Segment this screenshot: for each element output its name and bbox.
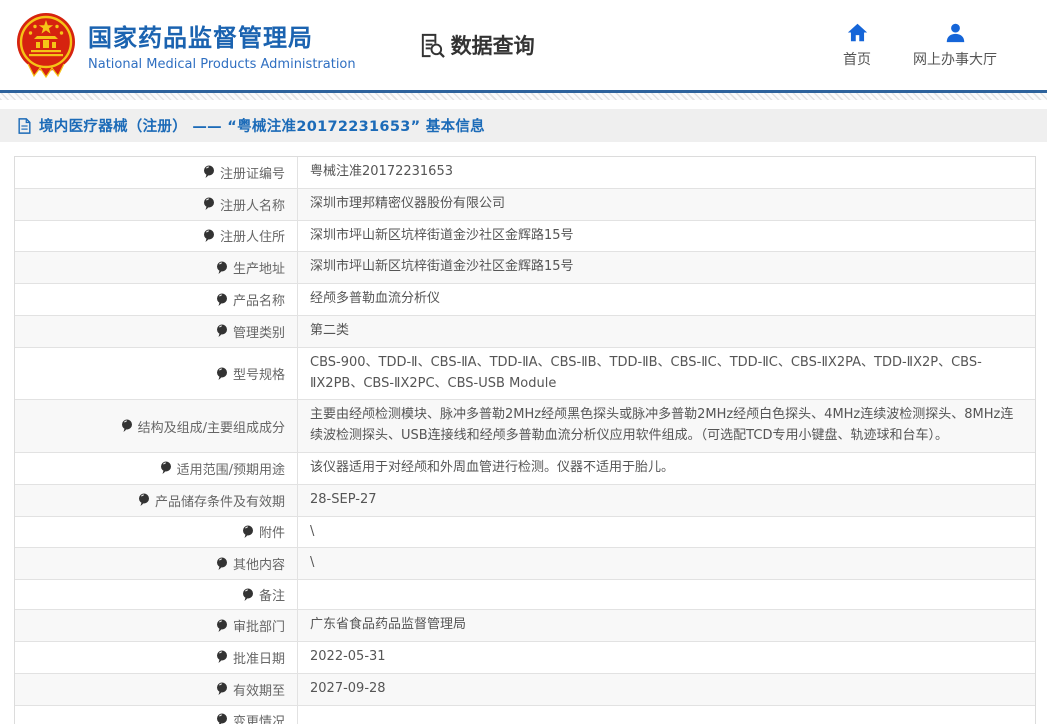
- balloon-icon: [216, 619, 228, 633]
- data-query-label: 数据查询: [451, 30, 535, 60]
- row-label: 产品名称: [233, 290, 285, 309]
- document-search-icon: [418, 32, 445, 59]
- row-value: 第二类: [310, 321, 349, 342]
- national-emblem-icon: [14, 12, 78, 78]
- row-value: 深圳市坪山新区坑梓街道金沙社区金辉路15号: [310, 226, 574, 247]
- balloon-icon: [216, 293, 228, 307]
- balloon-icon: [216, 682, 228, 696]
- page-title: 境内医疗器械（注册） —— “粤械注准20172231653” 基本信息: [39, 115, 485, 136]
- table-row: 生产地址 深圳市坪山新区坑梓街道金沙社区金辉路15号: [15, 252, 1035, 284]
- table-row: 产品名称 经颅多普勒血流分析仪: [15, 284, 1035, 316]
- row-label: 注册人名称: [220, 195, 285, 214]
- row-label: 生产地址: [233, 258, 285, 277]
- nav-item-home[interactable]: 首页: [843, 22, 871, 69]
- balloon-icon: [203, 229, 215, 243]
- info-table: 注册证编号 粤械注准20172231653 注册人名称 深圳市理邦精密仪器股份有…: [14, 156, 1036, 724]
- row-label: 产品储存条件及有效期: [155, 491, 285, 510]
- row-value: 28-SEP-27: [310, 490, 377, 511]
- table-row: 结构及组成/主要组成成分 主要由经颅检测模块、脉冲多普勒2MHz经颅黑色探头或脉…: [15, 400, 1035, 453]
- balloon-icon: [216, 261, 228, 275]
- table-row: 审批部门 广东省食品药品监督管理局: [15, 610, 1035, 642]
- table-row: 管理类别 第二类: [15, 316, 1035, 348]
- table-row: 有效期至 2027-09-28: [15, 674, 1035, 706]
- page-title-bar: 境内医疗器械（注册） —— “粤械注准20172231653” 基本信息: [0, 109, 1047, 142]
- row-value: 该仪器适用于对经颅和外周血管进行检测。仪器不适用于胎儿。: [310, 458, 674, 479]
- table-row: 注册人名称 深圳市理邦精密仪器股份有限公司: [15, 189, 1035, 221]
- table-row: 型号规格 CBS-900、TDD-Ⅱ、CBS-ⅡA、TDD-ⅡA、CBS-ⅡB、…: [15, 348, 1035, 401]
- row-value: \: [310, 522, 314, 543]
- balloon-icon: [216, 367, 228, 381]
- row-label: 变更情况: [233, 711, 285, 724]
- balloon-icon: [138, 493, 150, 507]
- balloon-icon: [216, 557, 228, 571]
- table-row: 附件 \: [15, 517, 1035, 549]
- table-row: 产品储存条件及有效期 28-SEP-27: [15, 485, 1035, 517]
- row-value: 深圳市坪山新区坑梓街道金沙社区金辉路15号: [310, 257, 574, 278]
- row-value: 深圳市理邦精密仪器股份有限公司: [310, 194, 505, 215]
- balloon-icon: [216, 650, 228, 664]
- row-value: 2022-05-31: [310, 647, 386, 668]
- row-label: 有效期至: [233, 680, 285, 699]
- brand-text: 国家药品监督管理局 National Medical Products Admi…: [88, 18, 356, 72]
- nav-item-service-hall[interactable]: 网上办事大厅: [913, 22, 997, 69]
- balloon-icon: [242, 588, 254, 602]
- row-label: 型号规格: [233, 364, 285, 383]
- table-row: 变更情况: [15, 706, 1035, 724]
- data-query-section: 数据查询: [418, 30, 535, 60]
- balloon-icon: [242, 525, 254, 539]
- site-header: 国家药品监督管理局 National Medical Products Admi…: [0, 0, 1047, 90]
- row-value: 粤械注准20172231653: [310, 162, 453, 183]
- table-row: 批准日期 2022-05-31: [15, 642, 1035, 674]
- row-value: 主要由经颅检测模块、脉冲多普勒2MHz经颅黑色探头或脉冲多普勒2MHz经颅白色探…: [310, 405, 1023, 447]
- balloon-icon: [160, 461, 172, 475]
- row-label: 结构及组成/主要组成成分: [138, 417, 285, 436]
- table-row: 注册人住所 深圳市坪山新区坑梓街道金沙社区金辉路15号: [15, 221, 1035, 253]
- row-label: 附件: [259, 522, 285, 541]
- row-label: 备注: [259, 585, 285, 604]
- balloon-icon: [203, 197, 215, 211]
- brand-title-en: National Medical Products Administration: [88, 57, 356, 72]
- balloon-icon: [216, 713, 228, 724]
- table-row: 备注: [15, 580, 1035, 610]
- row-value: \: [310, 553, 314, 574]
- home-icon: [847, 22, 868, 43]
- balloon-icon: [121, 419, 133, 433]
- row-label: 注册人住所: [220, 226, 285, 245]
- document-icon: [17, 118, 32, 134]
- brand-title-cn: 国家药品监督管理局: [88, 18, 356, 53]
- row-label: 审批部门: [233, 616, 285, 635]
- header-nav: 首页 网上办事大厅: [843, 22, 1033, 69]
- brand: 国家药品监督管理局 National Medical Products Admi…: [14, 12, 356, 78]
- row-label: 其他内容: [233, 554, 285, 573]
- row-value: 广东省食品药品监督管理局: [310, 615, 466, 636]
- balloon-icon: [203, 165, 215, 179]
- row-value: 2027-09-28: [310, 679, 386, 700]
- row-value: 经颅多普勒血流分析仪: [310, 289, 440, 310]
- table-row: 适用范围/预期用途 该仪器适用于对经颅和外周血管进行检测。仪器不适用于胎儿。: [15, 453, 1035, 485]
- user-icon: [945, 22, 966, 43]
- nav-home-label: 首页: [843, 49, 871, 69]
- row-label: 注册证编号: [220, 163, 285, 182]
- table-row: 注册证编号 粤械注准20172231653: [15, 157, 1035, 189]
- row-label: 适用范围/预期用途: [177, 459, 285, 478]
- table-row: 其他内容 \: [15, 548, 1035, 580]
- nav-service-hall-label: 网上办事大厅: [913, 49, 997, 69]
- row-label: 批准日期: [233, 648, 285, 667]
- balloon-icon: [216, 324, 228, 338]
- row-value: CBS-900、TDD-Ⅱ、CBS-ⅡA、TDD-ⅡA、CBS-ⅡB、TDD-Ⅱ…: [310, 353, 1023, 395]
- hatch-band: [0, 93, 1047, 100]
- row-label: 管理类别: [233, 322, 285, 341]
